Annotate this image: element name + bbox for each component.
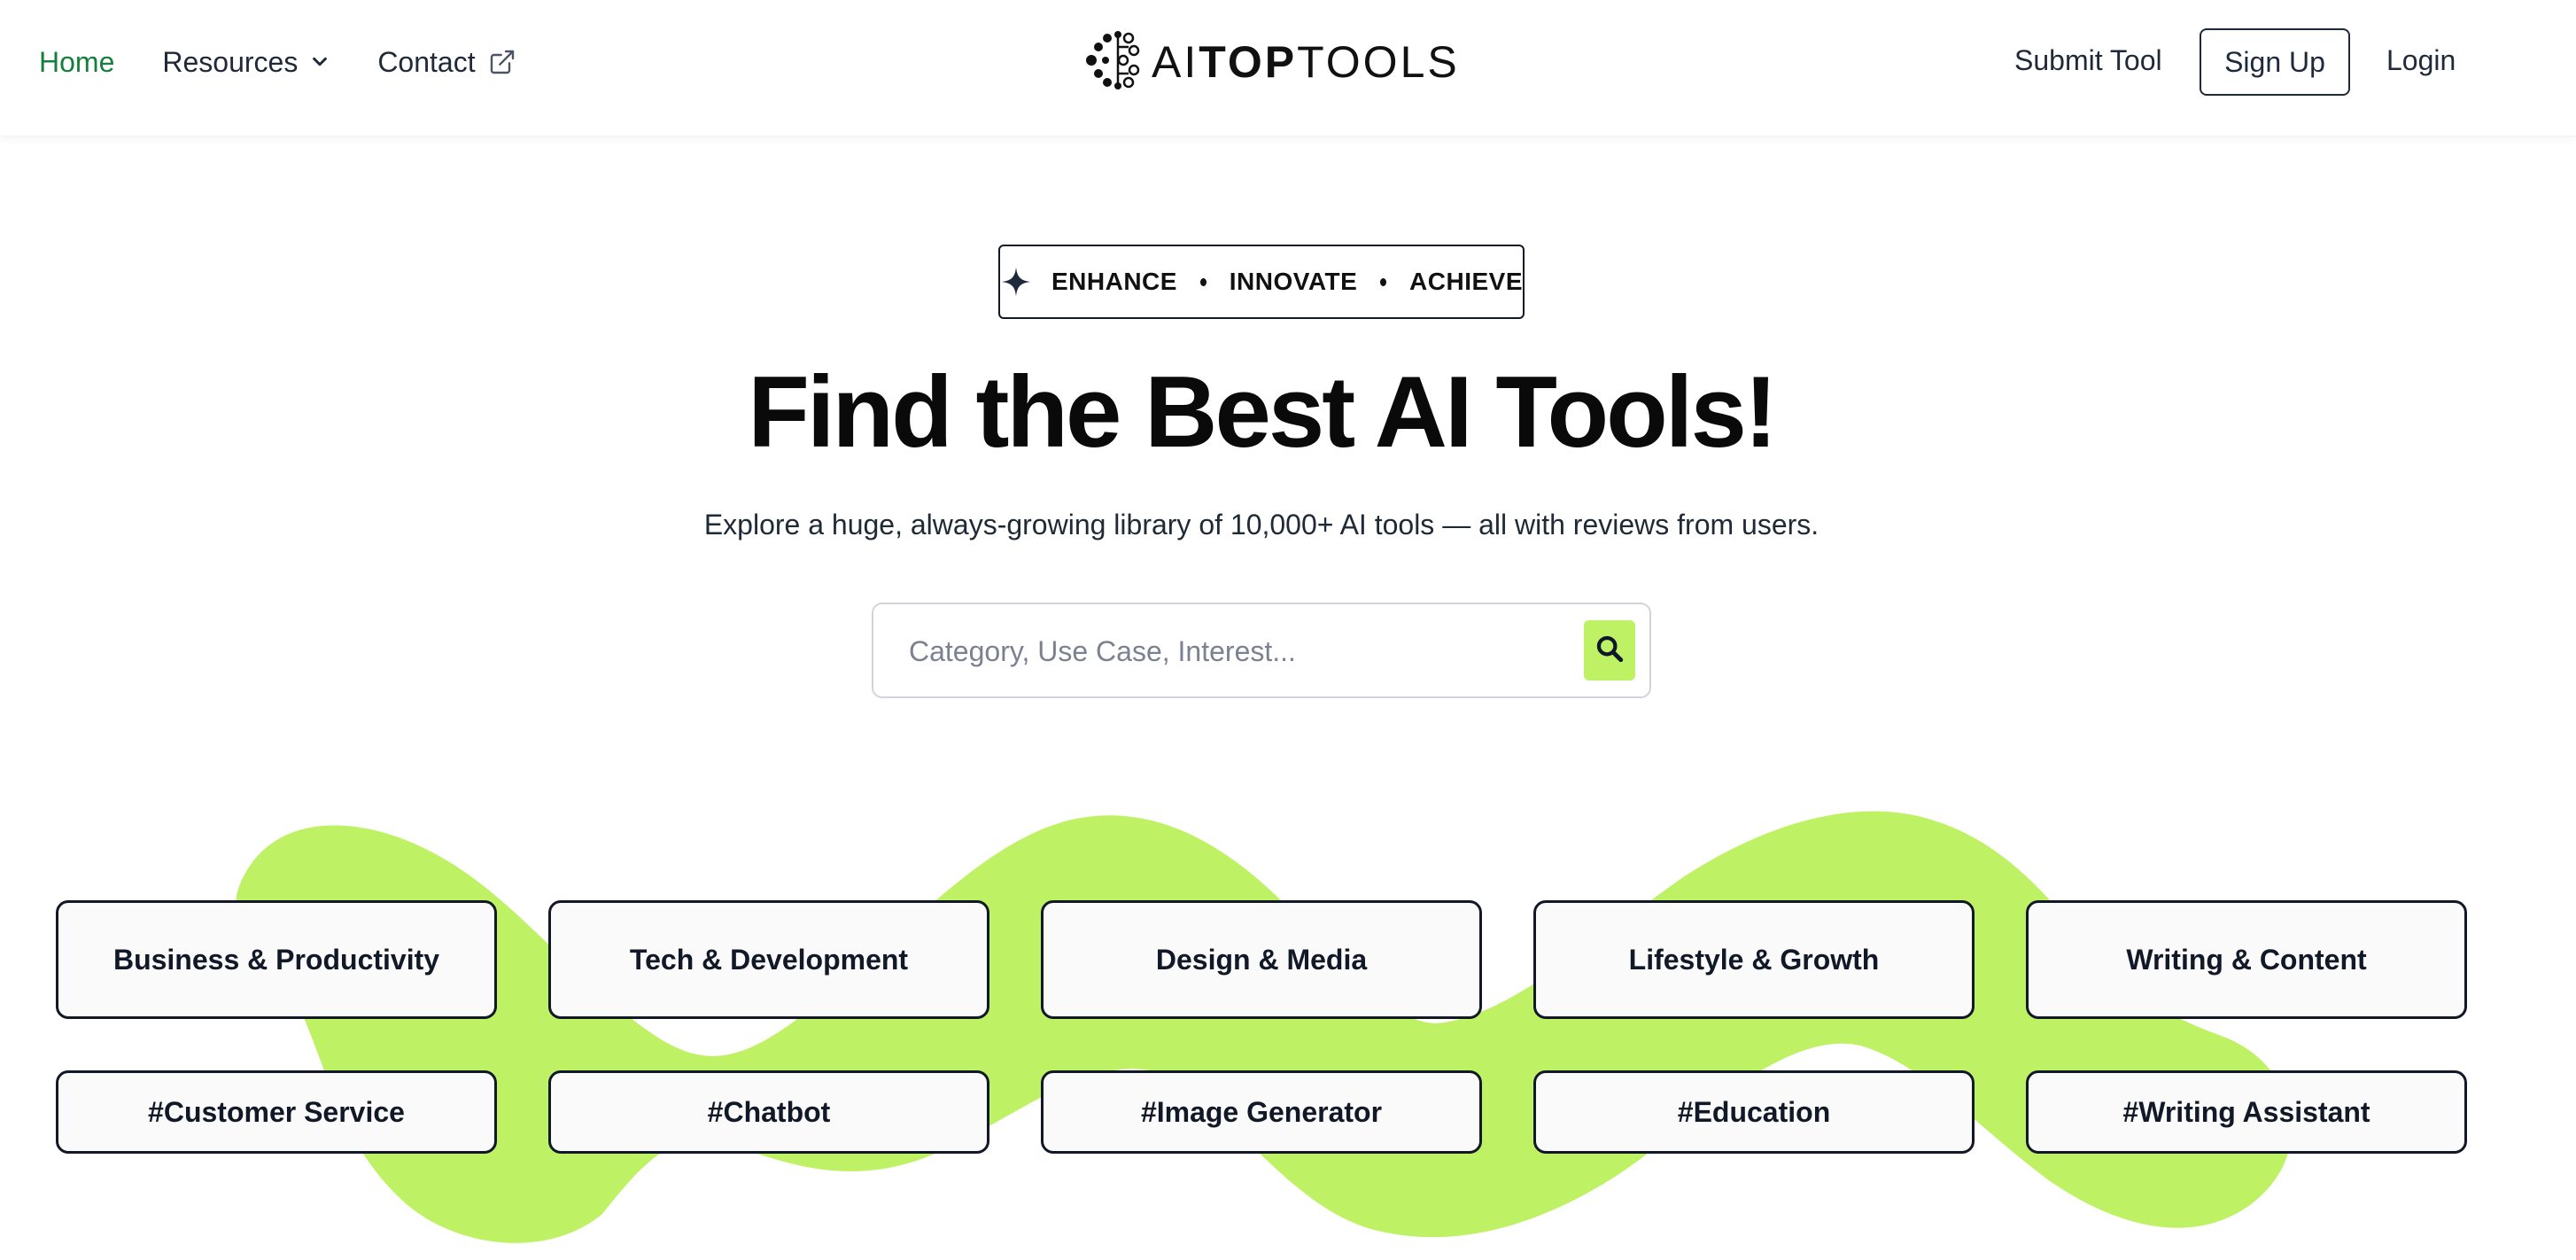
site-logo[interactable]: AITOPTOOLS xyxy=(1082,30,1460,94)
hero-subtitle: Explore a huge, always-growing library o… xyxy=(703,509,1819,541)
tagline-word-2: INNOVATE xyxy=(1229,268,1358,295)
tagline-word-1: ENHANCE xyxy=(1051,268,1177,295)
site-header: Home Resources Contact AITOPTOOLS Submit… xyxy=(0,0,2576,136)
category-card-tech[interactable]: Tech & Development xyxy=(548,900,989,1019)
search-input[interactable] xyxy=(907,629,1527,673)
tagline-separator xyxy=(1380,277,1387,286)
login-link[interactable]: Login xyxy=(2386,44,2456,77)
nav-contact-link[interactable]: Contact xyxy=(377,46,516,79)
tag-customer-service[interactable]: #Customer Service xyxy=(56,1070,497,1154)
search-icon xyxy=(1594,634,1625,668)
nav-home-link[interactable]: Home xyxy=(39,46,114,79)
sign-up-button[interactable]: Sign Up xyxy=(2200,28,2350,96)
tag-chatbot[interactable]: #Chatbot xyxy=(548,1070,989,1154)
nav-resources-dropdown[interactable]: Resources xyxy=(162,46,330,79)
tagline-separator xyxy=(1199,277,1207,286)
nav-resources-label: Resources xyxy=(162,45,299,78)
main-nav: Home Resources Contact xyxy=(39,0,564,124)
nav-home-label: Home xyxy=(39,45,115,78)
tag-education[interactable]: #Education xyxy=(1533,1070,1975,1154)
logo-wordmark: AITOPTOOLS xyxy=(1152,37,1460,87)
category-card-design[interactable]: Design & Media xyxy=(1041,900,1482,1019)
search-button[interactable] xyxy=(1584,620,1635,681)
category-card-lifestyle[interactable]: Lifestyle & Growth xyxy=(1533,900,1975,1019)
brain-network-icon xyxy=(1082,29,1144,96)
search-bar xyxy=(872,603,1651,698)
tag-image-generator[interactable]: #Image Generator xyxy=(1041,1070,1482,1154)
submit-tool-link[interactable]: Submit Tool xyxy=(2014,44,2162,77)
nav-contact-label: Contact xyxy=(377,45,476,78)
decorative-wave xyxy=(236,811,2293,1243)
external-link-icon xyxy=(488,48,516,76)
sparkle-icon xyxy=(1000,266,1032,298)
page-title: Find the Best AI Tools! xyxy=(748,356,1778,469)
category-card-business[interactable]: Business & Productivity xyxy=(56,900,497,1019)
tagline-badge: ENHANCE INNOVATE ACHIEVE xyxy=(998,245,1525,319)
chevron-down-icon xyxy=(310,52,330,72)
tag-writing-assistant[interactable]: #Writing Assistant xyxy=(2026,1070,2467,1154)
category-card-writing[interactable]: Writing & Content xyxy=(2026,900,2467,1019)
tagline-word-3: ACHIEVE xyxy=(1409,268,1523,295)
